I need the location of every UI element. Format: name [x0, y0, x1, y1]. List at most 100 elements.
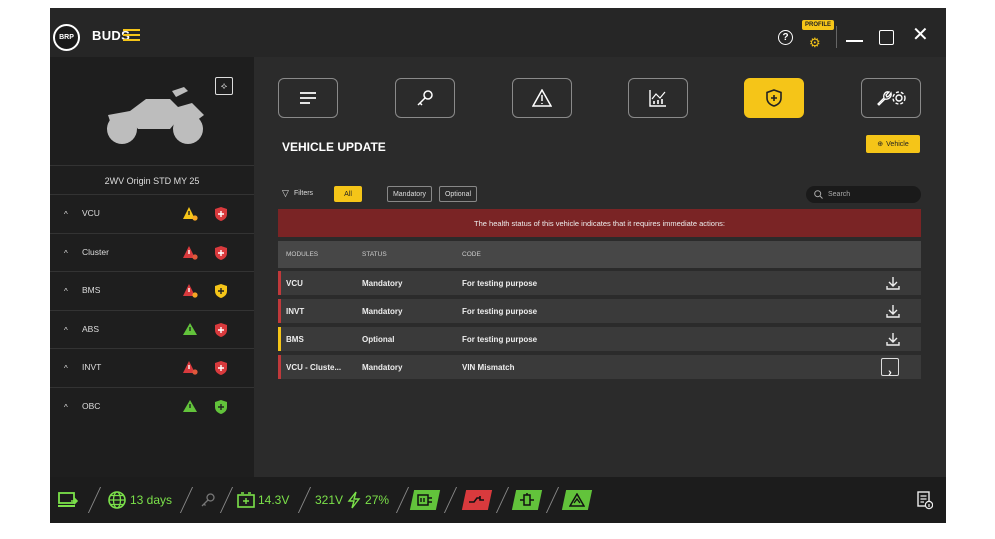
row-module: INVT: [286, 307, 305, 316]
divider: [297, 487, 312, 513]
module-row-invt[interactable]: ^ INVT: [50, 349, 254, 388]
shield-green-icon: [215, 399, 227, 414]
module-row-cluster[interactable]: ^ Cluster: [50, 234, 254, 272]
vehicle-button[interactable]: ⊕ Vehicle: [866, 135, 920, 153]
status-bar: 13 days 14.3V 321V 27%: [50, 477, 946, 523]
tab-warnings[interactable]: [512, 78, 572, 118]
table-row[interactable]: VCU Mandatory For testing purpose: [278, 271, 921, 295]
filter-icon[interactable]: ▽: [282, 188, 289, 199]
menu-icon[interactable]: [123, 29, 140, 42]
shield-red-icon: [215, 322, 227, 337]
plus-circle-icon: ⊕: [877, 141, 884, 148]
filter-chip-mandatory[interactable]: Mandatory: [387, 186, 432, 202]
profile-tooltip: PROFILE: [802, 20, 835, 30]
key-icon: [417, 90, 433, 106]
filters-label: Filters: [294, 190, 314, 197]
module-row-bms[interactable]: ^ BMS: [50, 272, 254, 311]
module-label: ABS: [82, 323, 100, 334]
tab-tools-settings[interactable]: [861, 78, 921, 118]
sidebar: ⟡ 2WV Origin STD MY 25 ^ VCU ^ Cluster ^…: [50, 57, 254, 477]
column-header-status: STATUS: [362, 251, 387, 258]
status-flag: [278, 355, 281, 379]
tab-menu[interactable]: [278, 78, 338, 118]
charging-bolt-icon: [347, 491, 361, 509]
row-module: BMS: [286, 335, 304, 344]
connection-status: [58, 489, 78, 511]
profile-gear-icon[interactable]: ⚙: [809, 35, 821, 51]
search-input[interactable]: Search: [806, 186, 921, 203]
row-code: For testing purpose: [462, 307, 538, 316]
download-icon[interactable]: [885, 275, 901, 291]
divider: [495, 487, 510, 513]
logo-text: BRP: [59, 34, 74, 41]
chevron-up-icon: ^: [64, 210, 68, 219]
chevron-up-icon: ^: [64, 402, 68, 412]
app-window: BRP BUDS ? PROFILE ⚙ ✕ ⟡ 2WV Origin STD …: [50, 8, 946, 523]
divider: [219, 487, 234, 513]
vehicle-warning-status: [561, 489, 593, 511]
row-module: VCU - Cluste...: [286, 363, 342, 372]
module-label: Cluster: [82, 246, 109, 257]
laptop-connected-icon: [58, 492, 78, 507]
tab-charts[interactable]: [628, 78, 688, 118]
shield-red-icon: [215, 245, 227, 260]
module-list: ^ VCU ^ Cluster ^ BMS ^ ABS ^ INVT ^ OBC: [50, 195, 254, 426]
screen-frame: BRP BUDS ? PROFILE ⚙ ✕ ⟡ 2WV Origin STD …: [0, 0, 995, 539]
column-header-modules: MODULES: [286, 251, 319, 258]
plug-icon: [520, 493, 534, 506]
download-icon[interactable]: [885, 303, 901, 319]
chevron-up-icon: ^: [64, 287, 68, 296]
module-row-vcu[interactable]: ^ VCU: [50, 195, 254, 234]
warning-triangle-icon: [532, 89, 552, 107]
download-icon[interactable]: [885, 331, 901, 347]
divider: [87, 487, 102, 513]
close-button[interactable]: ✕: [912, 25, 929, 45]
top-bar: BRP BUDS ? PROFILE ⚙ ✕: [50, 8, 946, 57]
divider: [179, 487, 194, 513]
tab-vehicle-update[interactable]: [744, 78, 804, 118]
cable-icon: [469, 496, 484, 503]
chevron-right-icon: ›: [888, 367, 892, 379]
pack-voltage-value: 321V: [315, 493, 344, 507]
table-row[interactable]: BMS Optional For testing purpose: [278, 327, 921, 351]
battery-voltage: 14.3V: [237, 489, 289, 511]
search-icon: [814, 190, 823, 199]
report-info-icon[interactable]: [917, 491, 933, 510]
main-panel: VEHICLE UPDATE ⊕ Vehicle ▽ Filters All M…: [254, 57, 946, 477]
minimize-button[interactable]: [846, 40, 863, 42]
hv-battery-status: 321V 27%: [315, 489, 389, 511]
row-code: For testing purpose: [462, 279, 538, 288]
divider: [395, 487, 410, 513]
help-icon[interactable]: ?: [778, 30, 793, 45]
subscription-status: 13 days: [108, 489, 172, 511]
days-remaining: 13 days: [130, 493, 173, 507]
cable-status: [461, 489, 493, 511]
globe-icon: [108, 491, 126, 509]
module-label: VCU: [82, 208, 100, 218]
key-icon: [201, 493, 215, 507]
shield-yellow-icon: [215, 284, 227, 298]
tab-key[interactable]: [395, 78, 455, 118]
table-row[interactable]: VCU - Cluste... Mandatory VIN Mismatch ›: [278, 355, 921, 379]
module-row-abs[interactable]: ^ ABS: [50, 311, 254, 349]
charger-icon: [417, 494, 432, 506]
warning-red-icon: [183, 284, 198, 298]
vehicle-button-label: Vehicle: [886, 140, 909, 148]
chevron-up-icon: ^: [64, 364, 68, 373]
table-header: MODULES STATUS CODE: [278, 241, 921, 268]
filter-chip-optional[interactable]: Optional: [439, 186, 477, 202]
module-label: INVT: [82, 362, 102, 372]
module-label: OBC: [82, 400, 101, 411]
plug-status: [511, 489, 543, 511]
divider: [443, 487, 458, 513]
warning-yellow-icon: [183, 207, 198, 221]
module-row-obc[interactable]: ^ OBC: [50, 388, 254, 427]
open-details-button[interactable]: ›: [881, 358, 899, 379]
filter-chip-all[interactable]: All: [334, 186, 362, 202]
row-module: VCU: [286, 279, 303, 288]
diagnostic-scan-icon[interactable]: ⟡: [215, 77, 233, 95]
page-title: VEHICLE UPDATE: [282, 140, 386, 154]
table-row[interactable]: INVT Mandatory For testing purpose: [278, 299, 921, 323]
maximize-button[interactable]: [879, 30, 894, 45]
warning-red-icon: [183, 245, 198, 260]
